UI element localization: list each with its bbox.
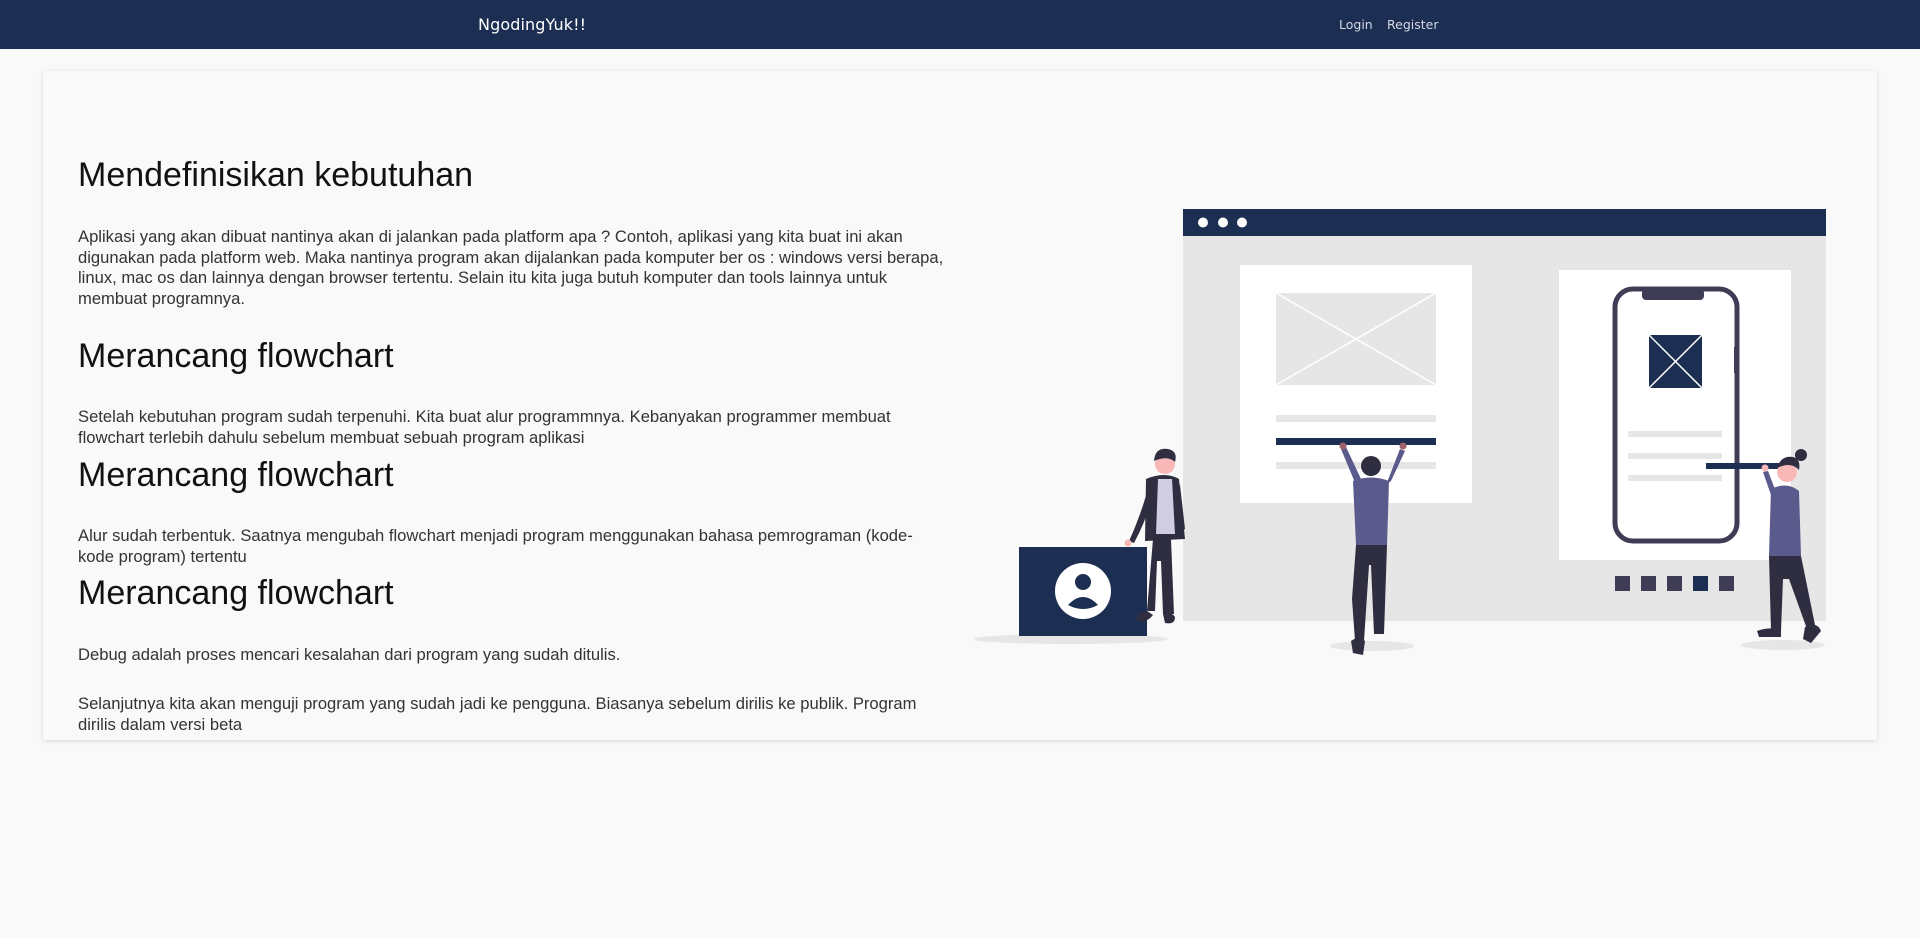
phone-mockup <box>1612 286 1740 544</box>
team-building-website-illustration <box>975 209 1826 655</box>
section-text: Alur sudah terbentuk. Saatnya mengubah f… <box>78 526 913 566</box>
brand-link[interactable]: NgodingYuk!! <box>478 15 586 34</box>
section-heading: Merancang flowchart <box>78 337 394 375</box>
closing-text: Selanjutnya kita akan menguji program ya… <box>78 694 917 734</box>
register-link[interactable]: Register <box>1387 17 1438 32</box>
login-link[interactable]: Login <box>1339 17 1373 32</box>
section-heading: Merancang flowchart <box>78 574 394 612</box>
section-text: Aplikasi yang akan dibuat nantinya akan … <box>78 227 944 308</box>
section-heading: Merancang flowchart <box>78 456 394 494</box>
window-dot-icon <box>1237 217 1247 228</box>
window-dot-icon <box>1218 217 1228 228</box>
section-heading: Mendefinisikan kebutuhan <box>78 156 474 194</box>
window-dot-icon <box>1198 217 1208 228</box>
content-card: Mendefinisikan kebutuhan Aplikasi yang a… <box>43 71 1877 740</box>
section-text: Setelah kebutuhan program sudah terpenuh… <box>78 407 891 447</box>
user-avatar-icon <box>1055 563 1111 619</box>
browser-titlebar <box>1183 209 1826 236</box>
top-navbar: NgodingYuk!! Login Register <box>0 0 1920 49</box>
section-text: Debug adalah proses mencari kesalahan da… <box>78 645 621 664</box>
